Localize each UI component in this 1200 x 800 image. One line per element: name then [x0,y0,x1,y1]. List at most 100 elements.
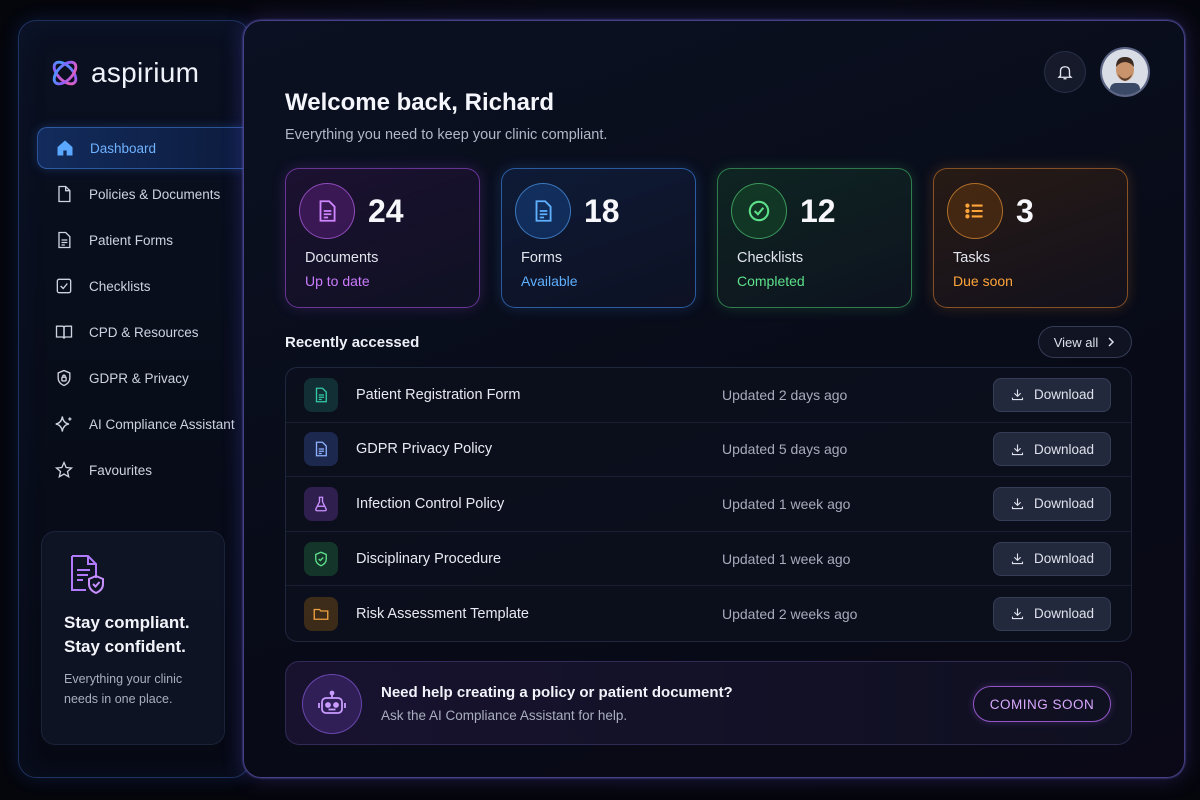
view-all-button[interactable]: View all [1038,326,1132,358]
sidebar-item-patient-forms[interactable]: Patient Forms [37,219,251,261]
sparkle-icon [53,413,75,435]
ai-card-title: Need help creating a policy or patient d… [381,684,733,701]
promo-text-line: needs in one place. [64,692,173,706]
sidebar-item-label: AI Compliance Assistant [89,416,235,432]
sidebar-item-ai-compliance-assistant[interactable]: AI Compliance Assistant [37,403,251,445]
form-icon [53,229,75,251]
stat-label: Tasks [953,250,991,266]
table-row[interactable]: Infection Control Policy Updated 1 week … [286,477,1131,532]
sidebar-item-checklists[interactable]: Checklists [37,265,251,307]
download-button[interactable]: Download [993,486,1111,521]
download-button[interactable]: Download [993,596,1111,631]
view-all-label: View all [1053,334,1099,350]
promo-text: Everything your clinic needs in one plac… [64,669,202,709]
main-panel: Welcome back, Richard Everything you nee… [243,20,1185,778]
document-name: GDPR Privacy Policy [356,441,493,458]
download-icon [1011,608,1024,620]
user-avatar-image [1102,49,1148,95]
checkbox-icon [53,275,75,297]
sidebar-item-cpd-resources[interactable]: CPD & Resources [37,311,251,353]
stat-card-checklists[interactable]: 12 Checklists Completed [717,168,912,308]
chevron-right-icon [1108,337,1115,347]
document-updated: Updated 1 week ago [722,495,851,512]
stat-number: 3 [1016,193,1034,229]
download-label: Download [1033,387,1095,403]
stat-label: Forms [521,250,563,266]
download-label: Download [1033,441,1095,457]
document-name: Disciplinary Procedure [356,550,502,567]
folder-icon [304,596,338,631]
download-icon [1011,498,1024,510]
page-title: Welcome back, Richard [285,89,554,116]
download-icon [1011,444,1024,455]
topbar [1044,47,1150,97]
sidebar-item-label: GDPR & Privacy [89,370,189,386]
download-label: Download [1033,606,1095,622]
recent-documents-table: Patient Registration Form Updated 2 days… [285,367,1132,642]
document-updated: Updated 2 days ago [722,386,848,403]
sidebar-item-label: Favourites [89,462,153,478]
sidebar-item-label: Dashboard [90,140,157,156]
stat-card-tasks[interactable]: 3 Tasks Due soon [933,168,1128,308]
sidebar-item-policies-documents[interactable]: Policies & Documents [37,173,251,215]
sidebar-item-gdpr-privacy[interactable]: GDPR & Privacy [37,357,251,399]
sidebar-item-label: Policies & Documents [89,186,221,202]
brand-name: aspirium [91,57,200,88]
user-avatar[interactable] [1100,47,1150,97]
promo-title-line: Stay compliant. [64,613,190,632]
download-label: Download [1033,551,1095,567]
app-root: aspirium Dashboard Policies & Documents … [0,0,1200,800]
download-label: Download [1033,496,1095,512]
ai-card-subtitle: Ask the AI Compliance Assistant for help… [381,708,628,723]
notifications-button[interactable] [1044,51,1086,93]
form-icon [515,183,571,239]
table-row[interactable]: Disciplinary Procedure Updated 1 week ag… [286,532,1131,587]
stat-number: 24 [368,193,404,229]
stat-status: Available [521,273,578,289]
stat-number: 18 [584,193,620,229]
download-icon [1011,389,1024,401]
brand-logo[interactable]: aspirium [47,53,199,93]
download-button[interactable]: Download [993,541,1111,576]
lock-shield-icon [53,367,75,389]
home-icon [54,137,76,159]
document-updated: Updated 5 days ago [722,441,848,458]
sidebar-nav: Dashboard Policies & Documents Patient F… [37,127,251,495]
book-icon [53,321,75,343]
document-updated: Updated 2 weeks ago [722,605,858,622]
star-icon [53,459,75,481]
document-icon [299,183,355,239]
download-icon [1011,553,1024,565]
stat-status: Up to date [305,273,370,289]
flask-icon [304,486,338,521]
table-row[interactable]: Patient Registration Form Updated 2 days… [286,368,1131,423]
shield-icon [304,541,338,576]
sidebar-item-label: CPD & Resources [89,324,199,340]
sidebar-item-label: Patient Forms [89,232,174,248]
sidebar-item-label: Checklists [89,278,151,294]
recently-accessed-heading: Recently accessed [285,334,420,351]
page-subtitle: Everything you need to keep your clinic … [285,127,608,143]
sidebar-item-favourites[interactable]: Favourites [37,449,251,491]
sidebar-item-dashboard[interactable]: Dashboard [37,127,251,169]
download-button[interactable]: Download [993,432,1111,467]
bell-icon [1057,66,1073,80]
robot-icon [302,674,362,734]
document-name: Infection Control Policy [356,495,505,512]
aspirium-logo-icon [52,60,78,86]
stat-label: Documents [305,250,379,266]
stat-number: 12 [800,193,836,229]
table-row[interactable]: GDPR Privacy Policy Updated 5 days ago D… [286,423,1131,478]
promo-text-line: Everything your clinic [64,672,183,686]
promo-card: Stay compliant. Stay confident. Everythi… [41,531,225,745]
document-updated: Updated 1 week ago [722,550,851,567]
download-button[interactable]: Download [993,377,1111,412]
form-icon [304,377,338,412]
coming-soon-button[interactable]: COMING SOON [973,686,1111,722]
table-row[interactable]: Risk Assessment Template Updated 2 weeks… [286,586,1131,641]
sidebar: aspirium Dashboard Policies & Documents … [18,20,251,778]
list-icon [947,183,1003,239]
stat-card-forms[interactable]: 18 Forms Available [501,168,696,308]
document-shield-icon [64,552,202,601]
stat-card-documents[interactable]: 24 Documents Up to date [285,168,480,308]
